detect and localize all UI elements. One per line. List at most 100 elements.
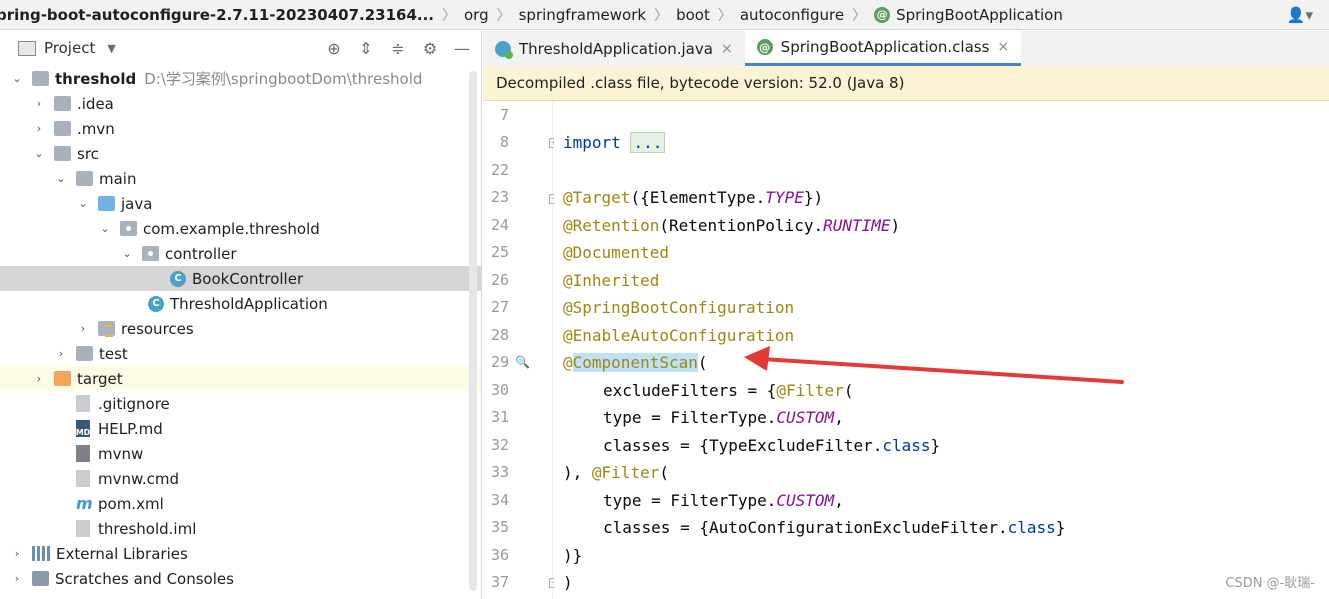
- gear-icon[interactable]: ⚙: [421, 39, 439, 58]
- chevron-right-icon: 〉: [496, 7, 511, 24]
- tree-item-bookcontroller[interactable]: › C BookController: [0, 266, 481, 291]
- code-line-29: @ComponentScan(: [563, 353, 708, 372]
- user-icon[interactable]: 👤▾: [1287, 6, 1313, 24]
- tree-item-threshold[interactable]: ⌄ threshold D:\学习案例\springbootDom\thresh…: [0, 66, 481, 91]
- code-text: }): [803, 188, 824, 207]
- tree-item-java[interactable]: ⌄ java: [0, 191, 481, 216]
- project-tree: ⌄ threshold D:\学习案例\springbootDom\thresh…: [0, 66, 481, 591]
- collapse-all-icon[interactable]: ≑: [389, 39, 407, 58]
- banner-text: Decompiled .class file, bytecode version…: [496, 74, 905, 92]
- breadcrumb-org[interactable]: org: [464, 6, 497, 24]
- breadcrumb-jar[interactable]: pring-boot-autoconfigure-2.7.11-20230407…: [0, 6, 442, 24]
- tab-springbootapplication[interactable]: @ SpringBootApplication.class ×: [744, 31, 1022, 66]
- project-panel-title[interactable]: Project: [44, 39, 95, 57]
- code-text: }: [1055, 518, 1066, 537]
- code-text: type = FilterType.: [603, 491, 777, 510]
- code-line-34: type = FilterType.CUSTOM,: [603, 491, 844, 510]
- line-number: 31: [490, 408, 509, 426]
- tab-label: SpringBootApplication.class: [780, 38, 990, 56]
- close-icon[interactable]: ×: [997, 39, 1009, 55]
- tree-item-label: mvnw.cmd: [98, 469, 180, 488]
- tree-item-thresholdapplication[interactable]: › C ThresholdApplication: [0, 291, 481, 316]
- line-number: 8: [499, 133, 509, 151]
- tree-item-package[interactable]: ⌄ com.example.threshold: [0, 216, 481, 241]
- code-annotation: @Filter: [591, 463, 660, 482]
- code-line-35: classes = {AutoConfigurationExcludeFilte…: [603, 518, 1065, 537]
- package-icon: [142, 246, 159, 261]
- tree-item-label: target: [77, 369, 123, 388]
- code-editor[interactable]: import ... @Target({ElementType.TYPE}) @…: [554, 102, 1329, 599]
- tree-item-mvnwcmd[interactable]: › mvnw.cmd: [0, 466, 481, 491]
- tree-item-test[interactable]: › test: [0, 341, 481, 366]
- chevron-down-icon[interactable]: ⌄: [76, 197, 90, 210]
- chevron-right-icon[interactable]: ›: [10, 547, 24, 560]
- chevron-right-icon[interactable]: ›: [54, 347, 68, 360]
- code-line-36: )}: [563, 546, 583, 565]
- tree-item-label: Scratches and Consoles: [55, 569, 234, 588]
- breadcrumb-springbootapplication[interactable]: SpringBootApplication: [896, 6, 1071, 24]
- code-line-24: @Retention(RetentionPolicy.RUNTIME): [563, 216, 900, 235]
- tree-item-thresholdiml[interactable]: › threshold.iml: [0, 516, 481, 541]
- chevron-down-icon[interactable]: ⌄: [32, 147, 46, 160]
- minimize-icon[interactable]: —: [453, 39, 471, 58]
- code-text: }: [930, 436, 941, 455]
- code-line-27: @SpringBootConfiguration: [563, 298, 795, 317]
- breadcrumb-boot[interactable]: boot: [676, 6, 718, 24]
- chevron-right-icon[interactable]: ›: [76, 322, 90, 335]
- ignore-file-icon: [76, 395, 90, 412]
- folded-imports[interactable]: ...: [630, 132, 666, 153]
- chevron-down-icon[interactable]: ⌄: [120, 247, 134, 260]
- chevron-down-icon[interactable]: ⌄: [10, 72, 24, 85]
- folder-icon: [54, 146, 71, 161]
- tree-item-controller[interactable]: ⌄ controller: [0, 241, 481, 266]
- markdown-file-icon: MD: [76, 420, 90, 437]
- tree-item-gitignore[interactable]: › .gitignore: [0, 391, 481, 416]
- chevron-right-icon[interactable]: ›: [10, 572, 24, 585]
- project-icon: [18, 40, 36, 56]
- code-keyword: class: [1007, 518, 1056, 537]
- selected-component-scan[interactable]: ComponentScan: [572, 353, 698, 372]
- code-text: ): [890, 216, 901, 235]
- tree-item-external-libraries[interactable]: › External Libraries: [0, 541, 481, 566]
- locate-icon[interactable]: ⊕: [325, 39, 343, 58]
- tree-item-target[interactable]: › target: [0, 366, 481, 391]
- tree-item-mvnw[interactable]: › mvnw: [0, 441, 481, 466]
- chevron-right-icon[interactable]: ›: [32, 122, 46, 135]
- spring-bean-icon[interactable]: 🔍: [515, 355, 530, 369]
- chevron-down-icon[interactable]: ⌄: [54, 172, 68, 185]
- folder-icon: [54, 121, 71, 136]
- expand-all-icon[interactable]: ⇕: [357, 39, 375, 58]
- breadcrumb-autoconfigure[interactable]: autoconfigure: [740, 6, 852, 24]
- tree-item-src[interactable]: ⌄ src: [0, 141, 481, 166]
- package-icon: [120, 221, 137, 236]
- line-number: 7: [499, 106, 509, 124]
- tree-item-pomxml[interactable]: › m pom.xml: [0, 491, 481, 516]
- code-constant: RUNTIME: [823, 216, 891, 235]
- text-file-icon: [76, 470, 90, 487]
- line-number: 22: [490, 161, 509, 179]
- line-number: 35: [490, 518, 509, 536]
- tree-item-main[interactable]: ⌄ main: [0, 166, 481, 191]
- close-icon[interactable]: ×: [721, 41, 733, 57]
- breadcrumb-springframework[interactable]: springframework: [519, 6, 654, 24]
- tree-item-scratches[interactable]: › Scratches and Consoles: [0, 566, 481, 591]
- tree-item-helpmd[interactable]: › MD HELP.md: [0, 416, 481, 441]
- code-text: (: [843, 381, 854, 400]
- line-number: 29: [490, 353, 509, 371]
- chevron-right-icon[interactable]: ›: [32, 372, 46, 385]
- chevron-down-icon[interactable]: ⌄: [98, 222, 112, 235]
- editor-gutter: 7 8 22 23 24 25 26 27 28 29 30 31 32 33 …: [483, 102, 559, 599]
- tree-item-idea[interactable]: › .idea: [0, 91, 481, 116]
- tab-thresholdapplication[interactable]: ThresholdApplication.java ×: [483, 31, 745, 66]
- chevron-right-icon: 〉: [442, 7, 456, 24]
- tree-item-mvn[interactable]: › .mvn: [0, 116, 481, 141]
- line-number: 28: [490, 326, 509, 344]
- code-text: ,: [834, 491, 844, 510]
- chevron-right-icon[interactable]: ›: [32, 97, 46, 110]
- code-annotation: @: [563, 353, 573, 372]
- line-number: 30: [490, 381, 509, 399]
- scrollbar[interactable]: [469, 71, 477, 591]
- chevron-down-icon[interactable]: ▼: [107, 42, 115, 55]
- code-keyword: import: [563, 133, 621, 152]
- tree-item-resources[interactable]: › resources: [0, 316, 481, 341]
